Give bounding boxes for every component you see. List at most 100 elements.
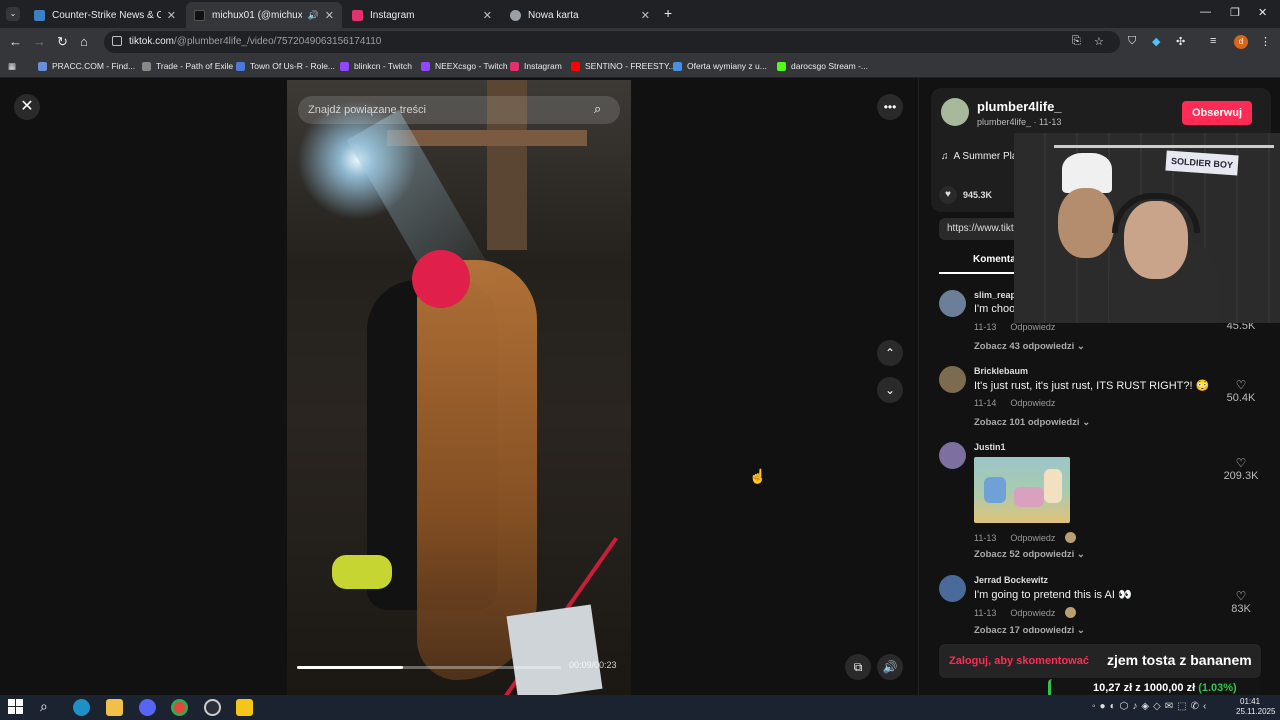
restore-window-icon[interactable]: ❐ xyxy=(1230,6,1240,19)
bookmark-item[interactable]: NEEXcsgo - Twitch xyxy=(421,61,508,71)
bookmark-item[interactable]: Oferta wymiany z u... xyxy=(673,61,767,71)
extensions-puzzle-icon[interactable]: ✣ xyxy=(1176,35,1185,48)
profile-avatar[interactable]: d xyxy=(1234,35,1248,49)
discord-icon[interactable] xyxy=(139,699,156,716)
comment-username[interactable]: Justin1 xyxy=(974,442,1006,452)
comment-avatar[interactable] xyxy=(939,290,966,317)
view-replies-button[interactable]: Zobacz 52 odpowiedzi ⌄ xyxy=(974,549,1085,560)
figure-face xyxy=(1058,188,1114,258)
bookmark-item[interactable]: darocsgo Stream -... xyxy=(777,61,868,71)
next-video-chevron-down-icon[interactable]: ⌄ xyxy=(877,377,903,403)
tab-new-tab[interactable]: Nowa karta ✕ xyxy=(502,2,658,28)
bookmark-item[interactable]: blinkcn - Twitch xyxy=(340,61,412,71)
reply-button[interactable]: Odpowiedz xyxy=(1010,533,1055,543)
heart-outline-icon[interactable]: ♡ xyxy=(1221,378,1261,392)
view-replies-button[interactable]: Zobacz 101 odpowiedzi ⌄ xyxy=(974,417,1090,428)
view-replies-button[interactable]: Zobacz 43 odpowiedzi ⌄ xyxy=(974,341,1085,352)
file-explorer-icon[interactable] xyxy=(106,699,123,716)
music-info[interactable]: ♫ A Summer Pla xyxy=(941,151,1017,162)
bookmark-favicon-icon xyxy=(340,61,349,71)
site-settings-icon[interactable] xyxy=(112,36,122,46)
menu-kebab-icon[interactable]: ⋮ xyxy=(1260,35,1271,48)
heart-outline-icon[interactable]: ♡ xyxy=(1221,589,1261,603)
comment-like[interactable]: ♡ 83K xyxy=(1221,589,1261,615)
bookmark-item[interactable]: Town Of Us-R - Role... xyxy=(236,61,335,71)
author-avatar[interactable] xyxy=(941,98,969,126)
clock-time[interactable]: 01:41 xyxy=(1240,697,1260,706)
mute-tab-icon[interactable]: 🔊 xyxy=(308,10,319,21)
home-icon[interactable]: ⌂ xyxy=(80,34,88,49)
bookmark-favicon-icon xyxy=(236,61,245,71)
close-video-button[interactable]: ✕ xyxy=(14,94,40,120)
bookmark-item[interactable]: PRACC.COM - Find... xyxy=(38,61,135,71)
more-options-icon[interactable]: ••• xyxy=(877,94,903,120)
chrome-icon[interactable] xyxy=(171,699,188,716)
comment-avatar[interactable] xyxy=(939,575,966,602)
bookmark-item[interactable]: Instagram xyxy=(510,61,562,71)
tab-tiktok[interactable]: michux01 (@michux01) | Ti 🔊 ✕ xyxy=(186,2,342,28)
close-tab-icon[interactable]: ✕ xyxy=(325,9,334,22)
reload-icon[interactable]: ↻ xyxy=(57,34,68,50)
install-app-icon[interactable]: ⎘ xyxy=(1072,35,1081,48)
comment-input-bar[interactable]: Zaloguj, aby skomentować zjem tosta z ba… xyxy=(939,644,1261,678)
tab-instagram[interactable]: Instagram ✕ xyxy=(344,2,500,28)
close-tab-icon[interactable]: ✕ xyxy=(483,9,492,22)
extension-icon[interactable]: ⛉ xyxy=(1128,35,1136,48)
tab-counter-strike[interactable]: Counter-Strike News & Coverag ✕ xyxy=(26,2,184,28)
tab-comments[interactable]: Komentar xyxy=(973,254,1020,265)
comment-username[interactable]: Jerrad Bockewitz xyxy=(974,575,1048,585)
minimize-window-icon[interactable]: — xyxy=(1200,6,1211,18)
heart-outline-icon[interactable]: ♡ xyxy=(1221,456,1261,470)
comment-avatar[interactable] xyxy=(939,442,966,469)
close-tab-icon[interactable]: ✕ xyxy=(641,9,650,22)
extension-icon[interactable]: ◆ xyxy=(1152,35,1160,48)
search-icon[interactable]: ⌕ xyxy=(594,101,610,117)
reply-button[interactable]: Odpowiedz xyxy=(1010,322,1055,332)
new-tab-plus-icon[interactable]: + xyxy=(664,5,672,21)
reply-button[interactable]: Odpowiedz xyxy=(1010,398,1055,408)
comment-username[interactable]: Bricklebaum xyxy=(974,366,1028,376)
steam-icon[interactable] xyxy=(204,699,221,716)
yellow-shoe xyxy=(332,555,392,589)
comment-username[interactable]: slim_reap xyxy=(974,290,1016,300)
windows-start-icon[interactable] xyxy=(8,699,23,714)
close-window-icon[interactable]: ✕ xyxy=(1258,6,1267,19)
video-progress-bar[interactable] xyxy=(297,666,561,669)
search-icon[interactable]: ⌕ xyxy=(40,698,48,715)
browser-tab-bar: ⌄ Counter-Strike News & Coverag ✕ michux… xyxy=(0,0,1280,28)
edge-icon[interactable] xyxy=(73,699,90,716)
view-replies-button[interactable]: Zobacz 17 odpowiedzi ⌄ xyxy=(974,625,1085,633)
follow-button[interactable]: Obserwuj xyxy=(1182,101,1252,125)
comment-gif-image[interactable] xyxy=(974,457,1070,523)
bookmark-label: blinkcn - Twitch xyxy=(354,61,412,71)
tab-search-button[interactable]: ⌄ xyxy=(6,7,20,21)
like-count[interactable]: ♥ 945.3K xyxy=(939,186,992,204)
heart-icon[interactable]: ♥ xyxy=(939,186,957,204)
comment-item: Jerrad Bockewitz I'm going to pretend th… xyxy=(939,575,1261,633)
login-to-comment-link[interactable]: Zaloguj, aby skomentować xyxy=(949,655,1089,667)
back-arrow-icon[interactable]: ← xyxy=(9,34,22,49)
comment-avatar[interactable] xyxy=(939,366,966,393)
app-icon[interactable] xyxy=(236,699,253,716)
comment-like[interactable]: ♡ 209.3K xyxy=(1221,456,1261,482)
address-bar[interactable]: tiktok.com/@plumber4life_/video/75720490… xyxy=(104,31,1120,53)
reply-button[interactable]: Odpowiedz xyxy=(1010,608,1055,618)
related-search-input[interactable]: Znajdź powiązane treści ⌕ xyxy=(298,96,620,124)
author-name[interactable]: plumber4life_ xyxy=(977,99,1062,114)
video-player[interactable]: Znajdź powiązane treści ⌕ 00:09/00:23 xyxy=(287,80,631,695)
volume-icon[interactable]: 🔊 xyxy=(877,654,903,680)
clock-date[interactable]: 25.11.2025 xyxy=(1236,707,1275,716)
bookmark-item[interactable]: Trade - Path of Exile xyxy=(142,61,233,71)
close-tab-icon[interactable]: ✕ xyxy=(167,9,176,22)
comment-like[interactable]: ♡ 50.4K xyxy=(1221,378,1261,404)
bookmark-label: Town Of Us-R - Role... xyxy=(250,61,336,71)
picture-in-picture-icon[interactable]: ⧉ xyxy=(845,654,871,680)
forward-arrow-icon[interactable]: → xyxy=(33,34,46,49)
bookmark-item[interactable]: SENTINO - FREESTY... xyxy=(571,61,676,71)
previous-video-chevron-up-icon[interactable]: ⌃ xyxy=(877,340,903,366)
bookmark-star-icon[interactable]: ☆ xyxy=(1094,35,1104,48)
media-control-icon[interactable]: ≡ xyxy=(1210,35,1216,47)
apps-grid-icon[interactable]: ▦ xyxy=(8,61,16,72)
comment-date: 11-13 xyxy=(974,322,997,332)
system-tray[interactable]: ◦●◐⬡♪◈◇✉⬚✆‹ xyxy=(1092,701,1210,712)
